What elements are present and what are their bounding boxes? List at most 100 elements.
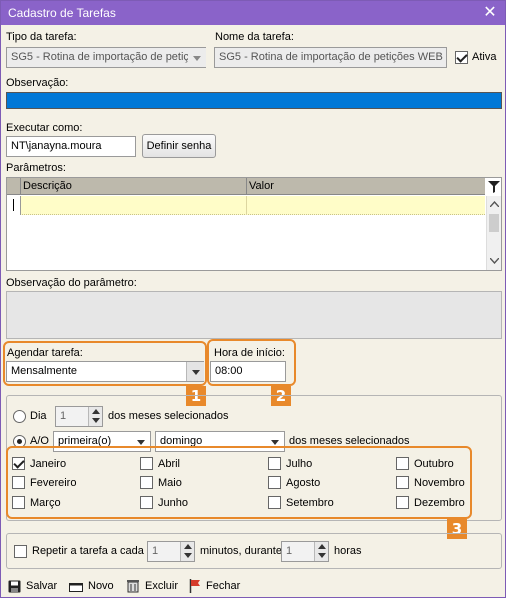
day-radio[interactable] [13, 410, 26, 423]
cell-divider [246, 196, 247, 215]
run-as-label: Executar como: [6, 122, 83, 134]
schedule-label: Agendar tarefa: [7, 347, 83, 359]
funnel-icon[interactable] [486, 178, 501, 195]
vertical-scrollbar[interactable] [486, 196, 501, 270]
delete-label: Excluir [145, 580, 179, 592]
repeat-minutes-stepper[interactable]: 1 [147, 541, 195, 562]
month-checkbox[interactable] [12, 457, 25, 470]
column-header-description[interactable]: Descrição [23, 180, 72, 192]
start-time-field[interactable]: 08:00 [210, 361, 286, 382]
day-value: 1 [60, 410, 67, 422]
set-password-button[interactable]: Definir senha [142, 134, 216, 158]
repeat-unit-label: horas [334, 545, 362, 557]
day-stepper[interactable]: 1 [55, 406, 103, 427]
day-spin-buttons[interactable] [88, 407, 102, 426]
observation-field[interactable] [6, 92, 502, 109]
minutes-spin-buttons[interactable] [180, 542, 194, 561]
month-label: Setembro [286, 497, 334, 509]
spin-up-icon [92, 409, 100, 414]
day-suffix: dos meses selecionados [108, 410, 229, 422]
column-divider [246, 178, 247, 194]
parameter-observation-label: Observação do parâmetro: [6, 277, 137, 289]
scrollbar-thumb[interactable] [489, 214, 499, 232]
month-checkbox[interactable] [396, 457, 409, 470]
month-label: Outubro [414, 458, 454, 470]
repeat-minutes-value: 1 [152, 545, 159, 557]
parameters-label: Parâmetros: [6, 162, 66, 174]
chevron-down-icon [271, 440, 279, 445]
close-icon[interactable]: ✕ [475, 1, 505, 25]
close-label: Fechar [206, 580, 241, 592]
task-type-dropdown-button[interactable] [188, 48, 206, 67]
month-checkbox[interactable] [396, 496, 409, 509]
hours-spin-buttons[interactable] [314, 542, 328, 561]
month-label: Abril [158, 458, 181, 470]
table-row[interactable] [7, 196, 485, 215]
month-label: Julho [286, 458, 313, 470]
text-cursor [13, 199, 14, 211]
month-label: Agosto [286, 477, 321, 489]
month-label: Janeiro [30, 458, 67, 470]
parameters-grid[interactable]: Descrição Valor [6, 177, 502, 271]
spin-down-icon [92, 418, 100, 423]
task-type-value: SG5 - Rotina de importação de petiçõ [11, 51, 196, 63]
month-checkbox[interactable] [12, 496, 25, 509]
month-checkbox[interactable] [268, 496, 281, 509]
month-label: Fevereiro [30, 477, 77, 489]
spin-up-icon [184, 544, 192, 549]
run-as-value: NT\janayna.moura [11, 140, 102, 152]
task-name-field[interactable]: SG5 - Rotina de importação de petições W… [214, 47, 447, 68]
new-document-icon [69, 583, 83, 592]
month-label: Junho [158, 497, 188, 509]
spin-down-icon [184, 553, 192, 558]
active-label: Ativa [472, 51, 497, 63]
repeat-hours-value: 1 [286, 545, 293, 557]
month-checkbox[interactable] [396, 476, 409, 489]
task-name-value: SG5 - Rotina de importação de petições W… [219, 51, 443, 63]
observation-label: Observação: [6, 77, 69, 89]
scroll-up-icon [490, 201, 499, 207]
month-checkbox[interactable] [140, 496, 153, 509]
grid-indicator-header [7, 178, 21, 194]
spin-up-icon [318, 544, 326, 549]
chevron-down-icon [137, 440, 145, 445]
schedule-select[interactable]: Mensalmente [6, 361, 204, 382]
month-checkbox[interactable] [140, 457, 153, 470]
grid-header: Descrição Valor [7, 178, 485, 195]
day-label: Dia [30, 410, 47, 422]
parameter-observation-field[interactable] [6, 291, 502, 339]
repeat-label: Repetir a tarefa a cada [32, 545, 144, 557]
spin-down-icon [318, 553, 326, 558]
column-header-value[interactable]: Valor [249, 180, 274, 192]
repeat-hours-stepper[interactable]: 1 [281, 541, 329, 562]
run-as-field[interactable]: NT\janayna.moura [6, 136, 136, 157]
window-title: Cadastro de Tarefas [8, 6, 116, 20]
task-type-label: Tipo da tarefa: [6, 31, 77, 43]
month-checkbox[interactable] [268, 476, 281, 489]
month-label: Março [30, 497, 61, 509]
flag-icon [189, 579, 200, 593]
month-checkbox[interactable] [140, 476, 153, 489]
floppy-disk-icon [8, 580, 21, 593]
month-checkbox[interactable] [268, 457, 281, 470]
month-label: Novembro [414, 477, 465, 489]
row-indicator [7, 196, 21, 215]
schedule-value: Mensalmente [11, 365, 78, 377]
start-time-value: 08:00 [215, 365, 243, 377]
title-bar: Cadastro de Tarefas ✕ [1, 1, 505, 25]
month-checkbox[interactable] [12, 476, 25, 489]
save-label: Salvar [26, 580, 58, 592]
month-label: Maio [158, 477, 182, 489]
task-dialog: Cadastro de Tarefas ✕ Tipo da tarefa: SG… [0, 0, 506, 598]
new-label: Novo [88, 580, 114, 592]
repeat-checkbox[interactable] [14, 545, 27, 558]
recycle-bin-icon [127, 580, 139, 593]
task-name-label: Nome da tarefa: [215, 31, 294, 43]
chevron-down-icon [193, 56, 201, 61]
task-type-select[interactable]: SG5 - Rotina de importação de petiçõ [6, 47, 206, 68]
start-time-label: Hora de início: [214, 347, 285, 359]
schedule-dropdown-button[interactable] [186, 362, 204, 381]
month-label: Dezembro [414, 497, 465, 509]
active-checkbox[interactable] [455, 51, 468, 64]
scroll-down-icon [490, 258, 499, 264]
